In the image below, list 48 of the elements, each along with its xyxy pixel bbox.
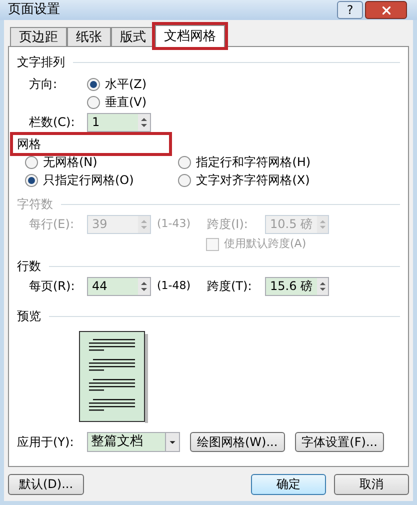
radio-button[interactable]	[87, 96, 100, 108]
radio-label: 指定行和字符网格(H)	[196, 154, 311, 171]
radio-label: 水平(Z)	[105, 76, 147, 93]
radio-label: 垂直(V)	[105, 94, 147, 111]
field-label: 栏数(C):	[29, 114, 76, 131]
radio-label: 文字对齐字符网格(X)	[196, 172, 310, 189]
radio-button[interactable]	[178, 174, 192, 186]
radio-button[interactable]	[25, 156, 38, 168]
range-hint: (1-48)	[157, 278, 192, 294]
field-label: 每页(R):	[29, 278, 76, 295]
spin-field[interactable]: 44	[87, 276, 151, 296]
cancel-button[interactable]: 取消	[334, 474, 409, 494]
close-button[interactable]	[365, 1, 407, 19]
dialog-button[interactable]: 字体设置(F)...	[294, 432, 384, 452]
range-hint: (1-43)	[157, 216, 192, 232]
spinner-icon[interactable]	[316, 278, 328, 294]
radio-label: 只指定行网格(O)	[43, 172, 134, 189]
spin-field[interactable]: 15.6 磅	[265, 276, 329, 296]
field-label: 每行(E):	[29, 216, 75, 233]
window-title: 页面设置	[8, 1, 60, 20]
tab[interactable]: 文档网格	[155, 25, 225, 47]
spin-field[interactable]: 1	[87, 112, 151, 132]
ok-button[interactable]: 确定	[251, 474, 326, 494]
section-title: 预览	[17, 308, 41, 325]
dialog-button[interactable]: 绘图网格(W)...	[190, 432, 285, 452]
radio-button[interactable]	[87, 78, 100, 90]
tab[interactable]: 纸张	[67, 27, 111, 46]
field-label: 应用于(Y):	[17, 434, 75, 451]
section-title: 网格	[17, 137, 41, 151]
close-icon	[380, 4, 392, 16]
default-button[interactable]: 默认(D)...	[8, 474, 84, 494]
field-label: 方向:	[29, 76, 58, 93]
tab[interactable]: 版式	[111, 27, 155, 46]
radio-label: 无网格(N)	[43, 154, 98, 171]
dropdown[interactable]: 整篇文档	[87, 432, 180, 452]
radio-button[interactable]	[25, 174, 38, 186]
help-button[interactable]: ?	[337, 1, 363, 19]
caret-icon[interactable]	[165, 433, 179, 451]
section-title: 行数	[17, 258, 41, 275]
field-label: 跨度(T):	[207, 278, 253, 295]
spinner-icon[interactable]	[138, 278, 150, 294]
section-title: 文字排列	[17, 54, 65, 71]
field-label: 跨度(I):	[207, 216, 249, 233]
radio-button[interactable]	[178, 156, 192, 168]
checkbox-label: 使用默认跨度(A)	[224, 236, 306, 252]
tab[interactable]: 页边距	[10, 27, 67, 46]
spinner-icon[interactable]	[138, 114, 150, 130]
section-title: 字符数	[17, 196, 53, 213]
